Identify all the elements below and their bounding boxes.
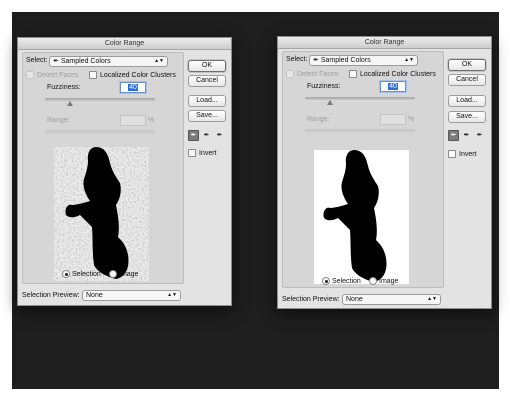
range-unit: % [408,116,415,123]
localized-color-clusters-label: Localized Color Clusters [360,70,436,78]
selection-preview-label: Selection Preview: [282,296,340,303]
select-label: Select: [26,57,48,64]
checkbox-icon [448,150,456,158]
invert-label: Invert [199,149,217,157]
radio-image-label: Image [119,270,139,278]
eyedropper-plus-icon[interactable]: ✒ [461,130,472,141]
radio-image[interactable]: Image [109,270,138,278]
chevron-updown-icon: ▲▼ [167,292,177,298]
selection-preview-dropdown[interactable]: None ▲▼ [342,294,441,305]
detect-faces-label: Detect Faces [297,70,339,78]
radio-selection-label: Selection [72,270,101,278]
radio-unselected-icon [369,277,377,285]
eyedropper-tool-icon[interactable]: ✒ [448,130,459,141]
dialog-title: Color Range [18,38,231,50]
select-dropdown[interactable]: ✒ Sampled Colors ▲▼ [49,56,168,67]
eyedropper-icon: ✒ [53,58,59,65]
fuzziness-label: Fuzziness: [47,84,81,91]
radio-unselected-icon [109,270,117,278]
options-panel: Select: ✒ Sampled Colors ▲▼ Detect Faces… [22,52,184,284]
range-input [380,114,406,125]
eyedropper-tool-icon[interactable]: ✒ [188,130,199,141]
ok-button[interactable]: OK [188,60,226,72]
chevron-updown-icon: ▲▼ [427,296,437,302]
select-label: Select: [286,56,308,63]
detect-faces-checkbox: Detect Faces [286,70,338,78]
checkbox-icon [89,71,97,79]
detect-faces-checkbox: Detect Faces [26,71,78,79]
save-button[interactable]: Save... [188,110,226,122]
select-value: Sampled Colors [320,57,371,64]
localized-color-clusters-checkbox[interactable]: Localized Color Clusters [349,70,436,78]
radio-selection-label: Selection [332,277,361,285]
range-label: Range: [307,116,330,123]
select-dropdown[interactable]: ✒ Sampled Colors ▲▼ [309,55,418,66]
fuzziness-input[interactable]: 40 [120,82,146,93]
eyedropper-minus-icon[interactable]: ✒ [214,130,225,141]
checkbox-icon [349,70,357,78]
fuzziness-slider-thumb[interactable] [327,100,333,105]
selection-preview-value: None [86,292,103,299]
range-input [120,115,146,126]
eyedropper-plus-icon[interactable]: ✒ [201,130,212,141]
invert-checkbox[interactable]: Invert [188,149,217,157]
selection-preview-value: None [346,296,363,303]
localized-color-clusters-checkbox[interactable]: Localized Color Clusters [89,71,176,79]
checkbox-icon [286,70,294,78]
selection-preview-label: Selection Preview: [22,292,80,299]
ok-button[interactable]: OK [448,59,486,71]
radio-selected-icon [62,270,70,278]
radio-selection[interactable]: Selection [322,277,361,285]
eyedropper-icon: ✒ [313,57,319,64]
grainy-preview-svg [54,147,149,281]
fuzziness-label: Fuzziness: [307,83,341,90]
selection-preview-image [314,150,409,284]
fuzziness-value: 40 [128,84,138,91]
range-slider-track [305,129,415,132]
localized-color-clusters-label: Localized Color Clusters [100,71,176,79]
radio-selected-icon [322,277,330,285]
fuzziness-slider-track[interactable] [305,97,415,100]
cancel-button[interactable]: Cancel [448,74,486,86]
fuzziness-slider-thumb[interactable] [67,101,73,106]
chevron-updown-icon: ▲▼ [154,58,164,64]
invert-label: Invert [459,150,477,158]
chevron-updown-icon: ▲▼ [404,57,414,63]
select-value: Sampled Colors [60,58,111,65]
radio-image-label: Image [379,277,399,285]
dialog-title: Color Range [278,37,491,49]
color-range-dialog-right: Color Range Select: ✒ Sampled Colors ▲▼ … [277,36,492,309]
checkbox-icon [188,149,196,157]
detect-faces-label: Detect Faces [37,71,79,79]
cancel-button[interactable]: Cancel [188,75,226,87]
clean-preview-svg [314,150,409,284]
selection-preview-dropdown[interactable]: None ▲▼ [82,290,181,301]
radio-image[interactable]: Image [369,277,398,285]
options-panel: Select: ✒ Sampled Colors ▲▼ Detect Faces… [282,51,444,288]
eyedropper-minus-icon[interactable]: ✒ [474,130,485,141]
load-button[interactable]: Load... [448,95,486,107]
selection-preview-image [54,147,149,281]
range-label: Range: [47,117,70,124]
save-button[interactable]: Save... [448,111,486,123]
range-unit: % [148,117,155,124]
fuzziness-slider-track[interactable] [45,98,155,101]
load-button[interactable]: Load... [188,95,226,107]
checkbox-icon [26,71,34,79]
range-slider-track [45,130,155,133]
invert-checkbox[interactable]: Invert [448,150,477,158]
fuzziness-input[interactable]: 40 [380,81,406,92]
radio-selection[interactable]: Selection [62,270,101,278]
color-range-dialog-left: Color Range Select: ✒ Sampled Colors ▲▼ … [17,37,232,306]
fuzziness-value: 40 [388,83,398,90]
